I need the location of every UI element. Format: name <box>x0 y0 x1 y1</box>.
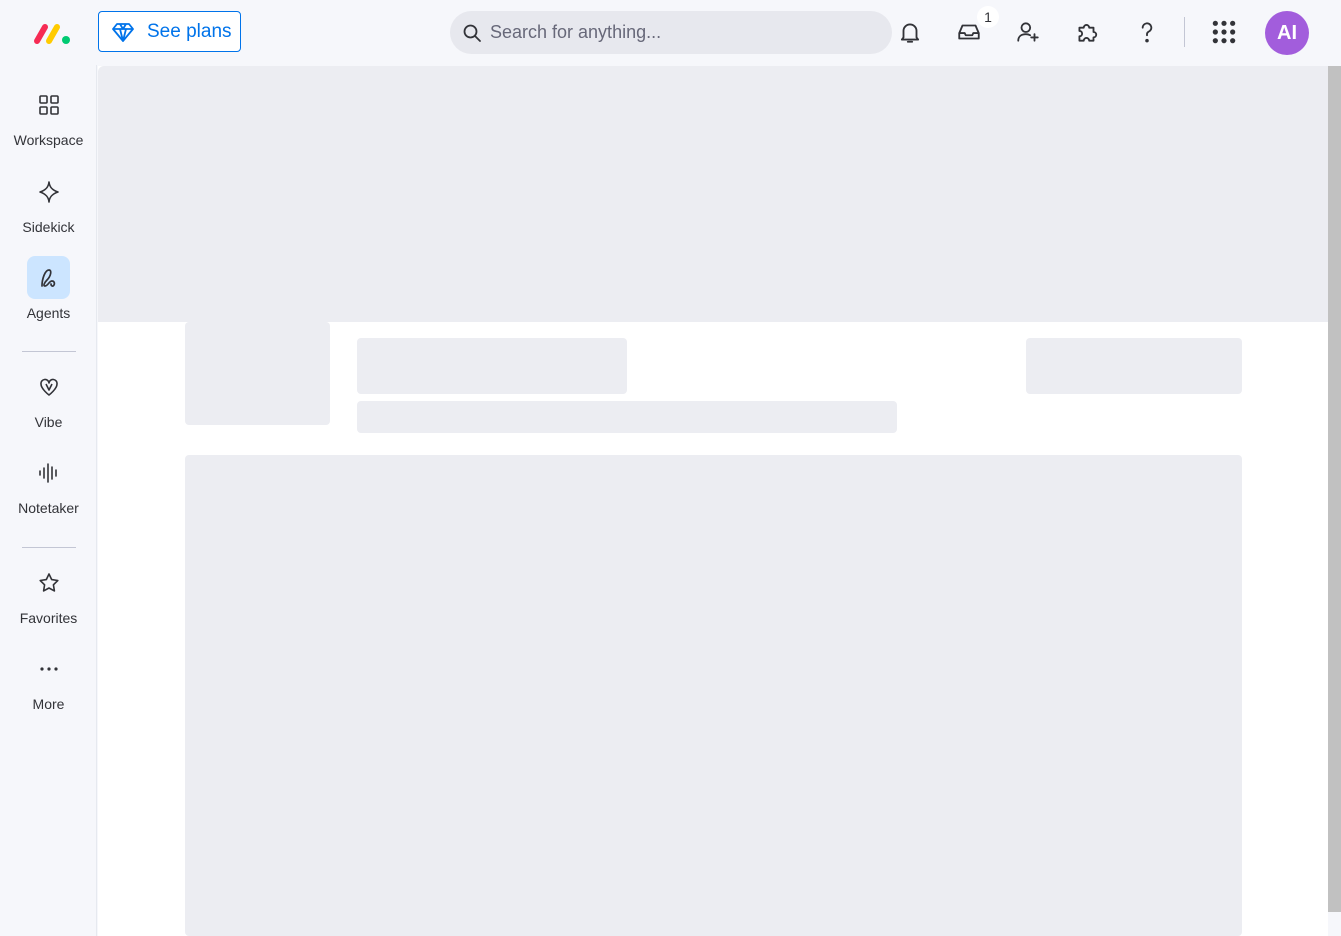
sidebar-item-notetaker[interactable]: Notetaker <box>0 451 97 516</box>
diamond-icon <box>112 22 134 42</box>
sidebar-item-sidekick[interactable]: Sidekick <box>0 170 97 235</box>
monday-logo-icon[interactable] <box>32 20 72 46</box>
grid-dots-icon <box>1212 20 1236 44</box>
invite-members-button[interactable] <box>1013 17 1043 47</box>
sidebar-item-workspace[interactable]: Workspace <box>0 83 97 148</box>
sidebar-divider <box>22 547 76 548</box>
sidebar-item-label: Notetaker <box>18 500 79 516</box>
vertical-scrollbar[interactable] <box>1328 66 1341 912</box>
inbox-badge: 1 <box>977 6 999 28</box>
header-divider <box>1184 17 1185 47</box>
search-icon <box>463 24 481 42</box>
skeleton-thumbnail <box>185 322 330 425</box>
sidebar-item-label: Agents <box>26 305 71 321</box>
star-icon <box>38 572 59 592</box>
see-plans-label: See plans <box>147 20 232 42</box>
notifications-button[interactable] <box>895 17 925 47</box>
skeleton-subtitle <box>357 401 897 433</box>
more-icon <box>39 666 58 671</box>
agents-icon <box>40 268 55 287</box>
product-switcher-button[interactable] <box>1209 17 1239 47</box>
search-input[interactable] <box>490 22 870 43</box>
puzzle-icon <box>1078 24 1098 42</box>
help-button[interactable] <box>1132 17 1162 47</box>
sparkle-icon <box>38 180 59 203</box>
skeleton-action-button <box>1026 338 1242 394</box>
sidebar-item-more[interactable]: More <box>0 647 97 712</box>
skeleton-content-area <box>185 455 1242 936</box>
top-bar: See plans 1 <box>0 0 1341 65</box>
left-sidebar: Workspace Sidekick Agents Vibe Notetaker… <box>0 65 97 936</box>
skeleton-title <box>357 338 627 394</box>
bell-icon <box>900 23 920 43</box>
skeleton-banner <box>98 66 1328 322</box>
workspace-icon <box>38 94 59 115</box>
sidebar-item-label: Favorites <box>19 610 78 626</box>
sidebar-item-favorites[interactable]: Favorites <box>0 561 97 626</box>
apps-marketplace-button[interactable] <box>1072 17 1102 47</box>
sidebar-item-vibe[interactable]: Vibe <box>0 365 97 430</box>
sidebar-item-label: Sidekick <box>22 219 75 235</box>
sidebar-item-label: Workspace <box>13 132 84 148</box>
user-avatar[interactable]: AI <box>1265 11 1309 55</box>
help-icon <box>1141 22 1153 43</box>
sidebar-item-label: Vibe <box>34 414 63 430</box>
sidebar-item-agents[interactable]: Agents <box>0 256 97 321</box>
sidebar-item-label: More <box>32 696 65 712</box>
sidebar-divider <box>22 351 76 352</box>
heart-icon <box>39 378 58 396</box>
main-content <box>98 66 1328 936</box>
see-plans-button[interactable]: See plans <box>98 11 241 52</box>
add-user-icon <box>1017 22 1039 42</box>
search-bar[interactable] <box>450 11 892 54</box>
waveform-icon <box>38 462 57 483</box>
